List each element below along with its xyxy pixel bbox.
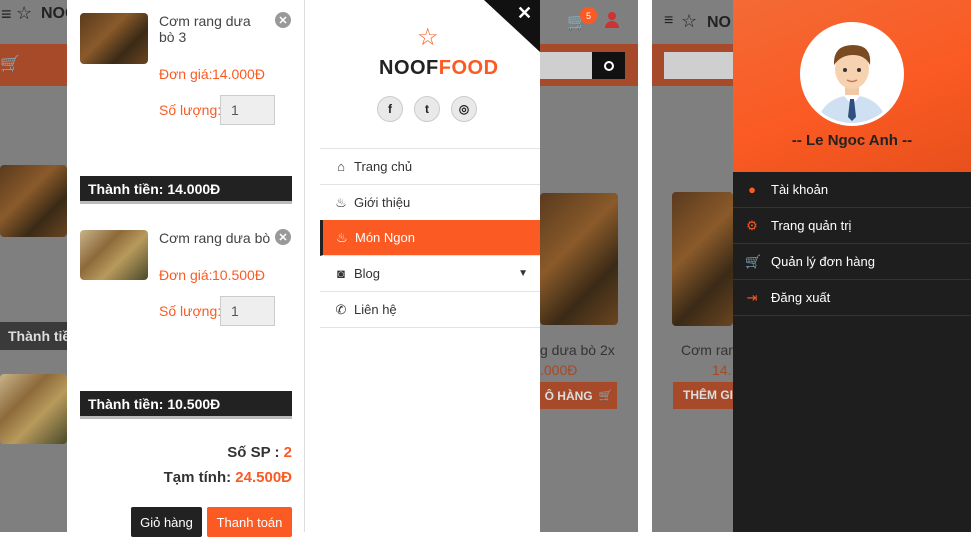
unit-price: 14.000Đ	[212, 66, 265, 82]
cake-icon: ♨	[335, 194, 347, 210]
food-image	[0, 374, 67, 444]
cart-badge: 5	[580, 7, 597, 24]
star-logo-icon: ☆	[417, 24, 439, 51]
search-button[interactable]	[592, 52, 625, 79]
nav-item-about[interactable]: ♨ Giới thiệu	[320, 185, 540, 221]
sign-out-icon: ⇥	[746, 289, 758, 305]
close-icon[interactable]: ✕	[517, 3, 532, 24]
cart-total-value: 24.500Đ	[235, 469, 292, 486]
panel-separator	[638, 0, 652, 532]
brand-part1: NOOF	[379, 57, 439, 79]
nav-item-contact[interactable]: ✆ Liên hệ	[320, 292, 540, 328]
cart-item-name: Cơm rang dưa bò	[159, 230, 271, 246]
user-menu-label: Tài khoản	[771, 182, 829, 197]
user-menu-label: Trang quản trị	[771, 218, 852, 233]
cart-total: Tạm tính: 24.500Đ	[130, 469, 292, 486]
chevron-down-icon[interactable]: ▼	[518, 268, 528, 279]
cart-item-name: Cơm rang dưa bò 3	[159, 13, 251, 45]
rss-icon: ◙	[337, 266, 345, 281]
search-input[interactable]	[540, 52, 592, 79]
view-cart-button[interactable]: Giỏ hàng	[131, 507, 202, 537]
cake-icon: ♨	[336, 229, 348, 245]
avatar-illustration	[803, 25, 901, 123]
unit-price: 10.500Đ	[212, 267, 265, 283]
cart-count: Số SP : 2	[160, 444, 292, 461]
cart-icon: 🛒	[0, 56, 20, 73]
facebook-icon[interactable]: f	[377, 96, 403, 122]
nav-item-dishes[interactable]: ♨ Món Ngon	[320, 220, 540, 256]
nav-item-home[interactable]: ⌂ Trang chủ	[320, 149, 540, 185]
cart-count-value: 2	[283, 444, 292, 461]
product-price: .000Đ	[540, 362, 578, 378]
quantity-label: Số lượng:	[159, 102, 222, 118]
user-menu-logout[interactable]: ⇥ Đăng xuất	[733, 280, 971, 316]
quantity-label: Số lượng:	[159, 303, 222, 319]
nav-item-label: Giới thiệu	[354, 195, 411, 210]
star-logo-icon: ☆	[681, 11, 698, 31]
cart-total-label: Tạm tính:	[163, 469, 232, 486]
item-subtotal: Thành tiền: 10.500Đ	[80, 391, 292, 419]
subtotal-peek: Thành tiề	[0, 322, 67, 350]
hamburger-icon[interactable]: ≡	[1, 4, 12, 25]
user-icon[interactable]	[605, 12, 619, 28]
user-menu-admin[interactable]: ⚙ Trang quản trị	[733, 208, 971, 244]
nav-item-label: Liên hệ	[354, 302, 397, 317]
quantity-input[interactable]: 1	[220, 95, 275, 125]
user-menu-label: Quản lý đơn hàng	[771, 254, 875, 269]
cart-icon: 🛒	[745, 253, 762, 269]
user-name: -- Le Ngoc Anh --	[791, 132, 913, 149]
cart-item-image	[80, 13, 148, 64]
instagram-icon[interactable]: ◎	[451, 96, 477, 122]
nav-item-label: Trang chủ	[354, 159, 413, 174]
phone-icon: ✆	[335, 301, 347, 317]
product-price: 14.	[712, 362, 732, 378]
user-menu-account[interactable]: ● Tài khoản	[733, 172, 971, 208]
brand-logo: NOOFFOOD	[379, 57, 499, 80]
search-icon	[603, 60, 614, 71]
nav-item-label: Blog	[354, 266, 381, 281]
star-logo-icon: ☆	[16, 3, 33, 23]
item-subtotal: Thành tiền: 14.000Đ	[80, 176, 292, 204]
remove-item-button[interactable]: ✕	[275, 12, 291, 28]
search-input[interactable]	[664, 52, 733, 79]
nav-item-label: Món Ngon	[355, 230, 415, 245]
quantity-input[interactable]: 1	[220, 296, 275, 326]
user-icon: ●	[748, 182, 756, 197]
unit-price-label: Đơn giá:	[159, 267, 213, 283]
unit-price-label: Đơn giá:	[159, 66, 213, 82]
gears-icon: ⚙	[746, 217, 758, 233]
cart-item-image	[80, 230, 148, 280]
product-name: g dưa bò 2x	[540, 342, 615, 358]
product-image	[540, 193, 618, 325]
user-menu-label: Đăng xuất	[771, 290, 831, 305]
twitter-icon[interactable]: t	[414, 96, 440, 122]
add-to-cart-button[interactable]: Ô HÀNG 🛒	[540, 382, 617, 409]
avatar	[800, 22, 904, 126]
remove-item-button[interactable]: ✕	[275, 229, 291, 245]
brand-short: NO	[707, 14, 731, 31]
brand-part2: FOOD	[438, 57, 499, 79]
hamburger-icon[interactable]: ≡	[664, 12, 673, 30]
nav-item-blog[interactable]: ◙ Blog ▼	[320, 256, 540, 292]
checkout-button[interactable]: Thanh toán	[207, 507, 292, 537]
add-to-cart-button[interactable]: THÊM GI	[673, 382, 733, 409]
home-icon: ⌂	[337, 159, 345, 174]
add-to-cart-label: Ô HÀNG	[544, 388, 593, 403]
cart-count-label: Số SP :	[227, 444, 280, 461]
user-menu-orders[interactable]: 🛒 Quản lý đơn hàng	[733, 244, 971, 280]
cart-icon: 🛒	[598, 390, 613, 402]
food-image	[0, 165, 67, 237]
product-image	[672, 192, 733, 326]
